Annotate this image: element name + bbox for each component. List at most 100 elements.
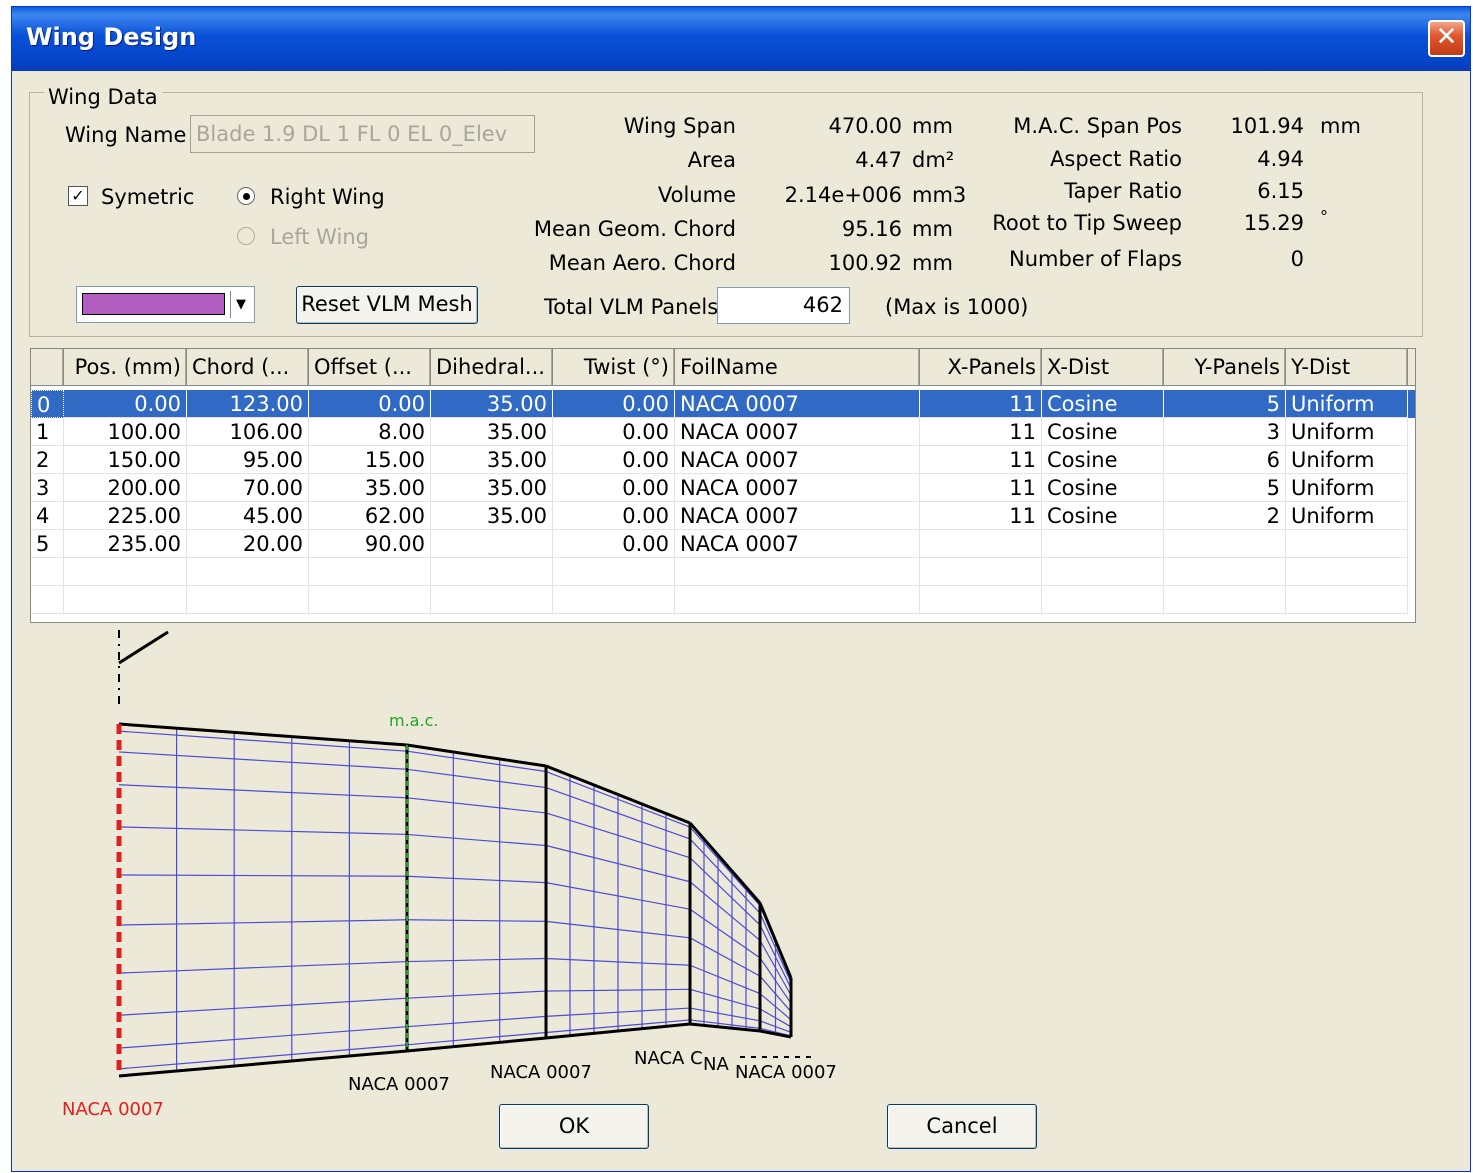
header-dihedral[interactable]: Dihedral... — [431, 349, 553, 385]
cell-foilname[interactable]: NACA 0007 — [675, 390, 920, 418]
cell-xdist[interactable]: Cosine — [1042, 390, 1164, 418]
cell-dihedral[interactable] — [431, 558, 553, 586]
cell-offset[interactable]: 62.00 — [309, 502, 431, 530]
cell-chord[interactable]: 45.00 — [187, 502, 309, 530]
cell-ypanels[interactable] — [1164, 530, 1286, 558]
cell-chord[interactable] — [187, 586, 309, 614]
cell-pos[interactable]: 235.00 — [64, 530, 187, 558]
header-foilname[interactable]: FoilName — [675, 349, 920, 385]
cell-xpanels[interactable]: 11 — [920, 390, 1042, 418]
header-chord[interactable]: Chord (... — [187, 349, 309, 385]
header-twist[interactable]: Twist (°) — [553, 349, 675, 385]
cell-xdist[interactable]: Cosine — [1042, 418, 1164, 446]
cell-ypanels[interactable] — [1164, 558, 1286, 586]
cell-xpanels[interactable]: 11 — [920, 418, 1042, 446]
cell-index[interactable]: 4 — [31, 502, 64, 530]
cell-index[interactable]: 2 — [31, 446, 64, 474]
cell-xpanels[interactable]: 11 — [920, 474, 1042, 502]
cell-foilname[interactable]: NACA 0007 — [675, 474, 920, 502]
cell-pos[interactable]: 100.00 — [64, 418, 187, 446]
cell-ydist[interactable]: Uniform — [1286, 418, 1408, 446]
wing-name-field[interactable]: Blade 1.9 DL 1 FL 0 EL 0_Elev — [190, 115, 535, 153]
close-button[interactable]: ✕ — [1428, 20, 1465, 57]
cell-chord[interactable]: 70.00 — [187, 474, 309, 502]
cell-pos[interactable]: 225.00 — [64, 502, 187, 530]
cell-ydist[interactable]: Uniform — [1286, 474, 1408, 502]
cell-xdist[interactable] — [1042, 558, 1164, 586]
cell-offset[interactable]: 35.00 — [309, 474, 431, 502]
cell-pos[interactable] — [64, 586, 187, 614]
cell-dihedral[interactable]: 35.00 — [431, 474, 553, 502]
cell-twist[interactable]: 0.00 — [553, 530, 675, 558]
table-row[interactable]: 1 100.00 106.00 8.00 35.00 0.00 NACA 0007 11 Cos… — [31, 418, 1415, 446]
header-ypanels[interactable]: Y-Panels — [1164, 349, 1286, 385]
header-offset[interactable]: Offset (... — [309, 349, 431, 385]
chevron-down-icon[interactable]: ▼ — [230, 291, 251, 318]
cell-dihedral[interactable]: 35.00 — [431, 390, 553, 418]
cell-chord[interactable]: 20.00 — [187, 530, 309, 558]
cell-foilname[interactable] — [675, 586, 920, 614]
cell-twist[interactable]: 0.00 — [553, 474, 675, 502]
cell-ypanels[interactable]: 6 — [1164, 446, 1286, 474]
table-row[interactable] — [31, 558, 1415, 586]
cell-index[interactable]: 1 — [31, 418, 64, 446]
cell-twist[interactable]: 0.00 — [553, 446, 675, 474]
cell-twist[interactable]: 0.00 — [553, 390, 675, 418]
header-xpanels[interactable]: X-Panels — [920, 349, 1042, 385]
table-row[interactable]: 2 150.00 95.00 15.00 35.00 0.00 NACA 0007 11 Cos… — [31, 446, 1415, 474]
cell-ypanels[interactable]: 3 — [1164, 418, 1286, 446]
cell-foilname[interactable] — [675, 558, 920, 586]
cell-foilname[interactable]: NACA 0007 — [675, 446, 920, 474]
table-row[interactable]: 0 0.00 123.00 0.00 35.00 0.00 NACA 0007 11 Cosin… — [31, 390, 1415, 418]
cell-dihedral[interactable]: 35.00 — [431, 446, 553, 474]
cell-offset[interactable] — [309, 586, 431, 614]
table-row[interactable]: 5 235.00 20.00 90.00 0.00 NACA 0007 — [31, 530, 1415, 558]
table-row[interactable]: 4 225.00 45.00 62.00 35.00 0.00 NACA 0007 11 Cos… — [31, 502, 1415, 530]
header-xdist[interactable]: X-Dist — [1042, 349, 1164, 385]
cell-xdist[interactable]: Cosine — [1042, 502, 1164, 530]
cell-dihedral[interactable] — [431, 586, 553, 614]
left-wing-radio[interactable] — [237, 227, 255, 245]
cell-twist[interactable]: 0.00 — [553, 502, 675, 530]
cell-xdist[interactable] — [1042, 530, 1164, 558]
cell-pos[interactable]: 150.00 — [64, 446, 187, 474]
cell-index[interactable] — [31, 586, 64, 614]
cell-index[interactable]: 0 — [31, 390, 64, 418]
cell-twist[interactable] — [553, 586, 675, 614]
title-bar[interactable]: Wing Design ✕ — [12, 7, 1470, 71]
cell-dihedral[interactable]: 35.00 — [431, 418, 553, 446]
cell-ypanels[interactable]: 5 — [1164, 474, 1286, 502]
cell-chord[interactable]: 106.00 — [187, 418, 309, 446]
cell-index[interactable] — [31, 558, 64, 586]
cell-ydist[interactable]: Uniform — [1286, 502, 1408, 530]
right-wing-radio[interactable] — [237, 187, 255, 205]
cell-twist[interactable] — [553, 558, 675, 586]
wing-color-combo[interactable]: ▼ — [76, 286, 255, 323]
cell-ydist[interactable]: Uniform — [1286, 446, 1408, 474]
table-row[interactable]: 3 200.00 70.00 35.00 35.00 0.00 NACA 0007 11 Cos… — [31, 474, 1415, 502]
cell-ypanels[interactable]: 2 — [1164, 502, 1286, 530]
cell-pos[interactable]: 200.00 — [64, 474, 187, 502]
cell-xpanels[interactable]: 11 — [920, 502, 1042, 530]
header-pos[interactable]: Pos. (mm) — [64, 349, 187, 385]
cell-xdist[interactable]: Cosine — [1042, 446, 1164, 474]
cell-offset[interactable]: 15.00 — [309, 446, 431, 474]
ok-button[interactable]: OK — [499, 1104, 649, 1149]
reset-vlm-mesh-button[interactable]: Reset VLM Mesh — [296, 286, 478, 324]
cell-xpanels[interactable] — [920, 586, 1042, 614]
cell-foilname[interactable]: NACA 0007 — [675, 530, 920, 558]
cell-ypanels[interactable] — [1164, 586, 1286, 614]
cell-offset[interactable]: 8.00 — [309, 418, 431, 446]
cell-chord[interactable] — [187, 558, 309, 586]
header-index[interactable] — [31, 349, 64, 385]
table-row[interactable] — [31, 586, 1415, 614]
cell-foilname[interactable]: NACA 0007 — [675, 502, 920, 530]
cell-dihedral[interactable]: 35.00 — [431, 502, 553, 530]
symetric-checkbox[interactable]: ✓ — [68, 186, 88, 206]
cell-offset[interactable]: 0.00 — [309, 390, 431, 418]
total-panels-input[interactable]: 462 — [717, 287, 850, 324]
cell-index[interactable]: 3 — [31, 474, 64, 502]
cell-ydist[interactable] — [1286, 558, 1408, 586]
cell-offset[interactable] — [309, 558, 431, 586]
cell-xpanels[interactable] — [920, 558, 1042, 586]
